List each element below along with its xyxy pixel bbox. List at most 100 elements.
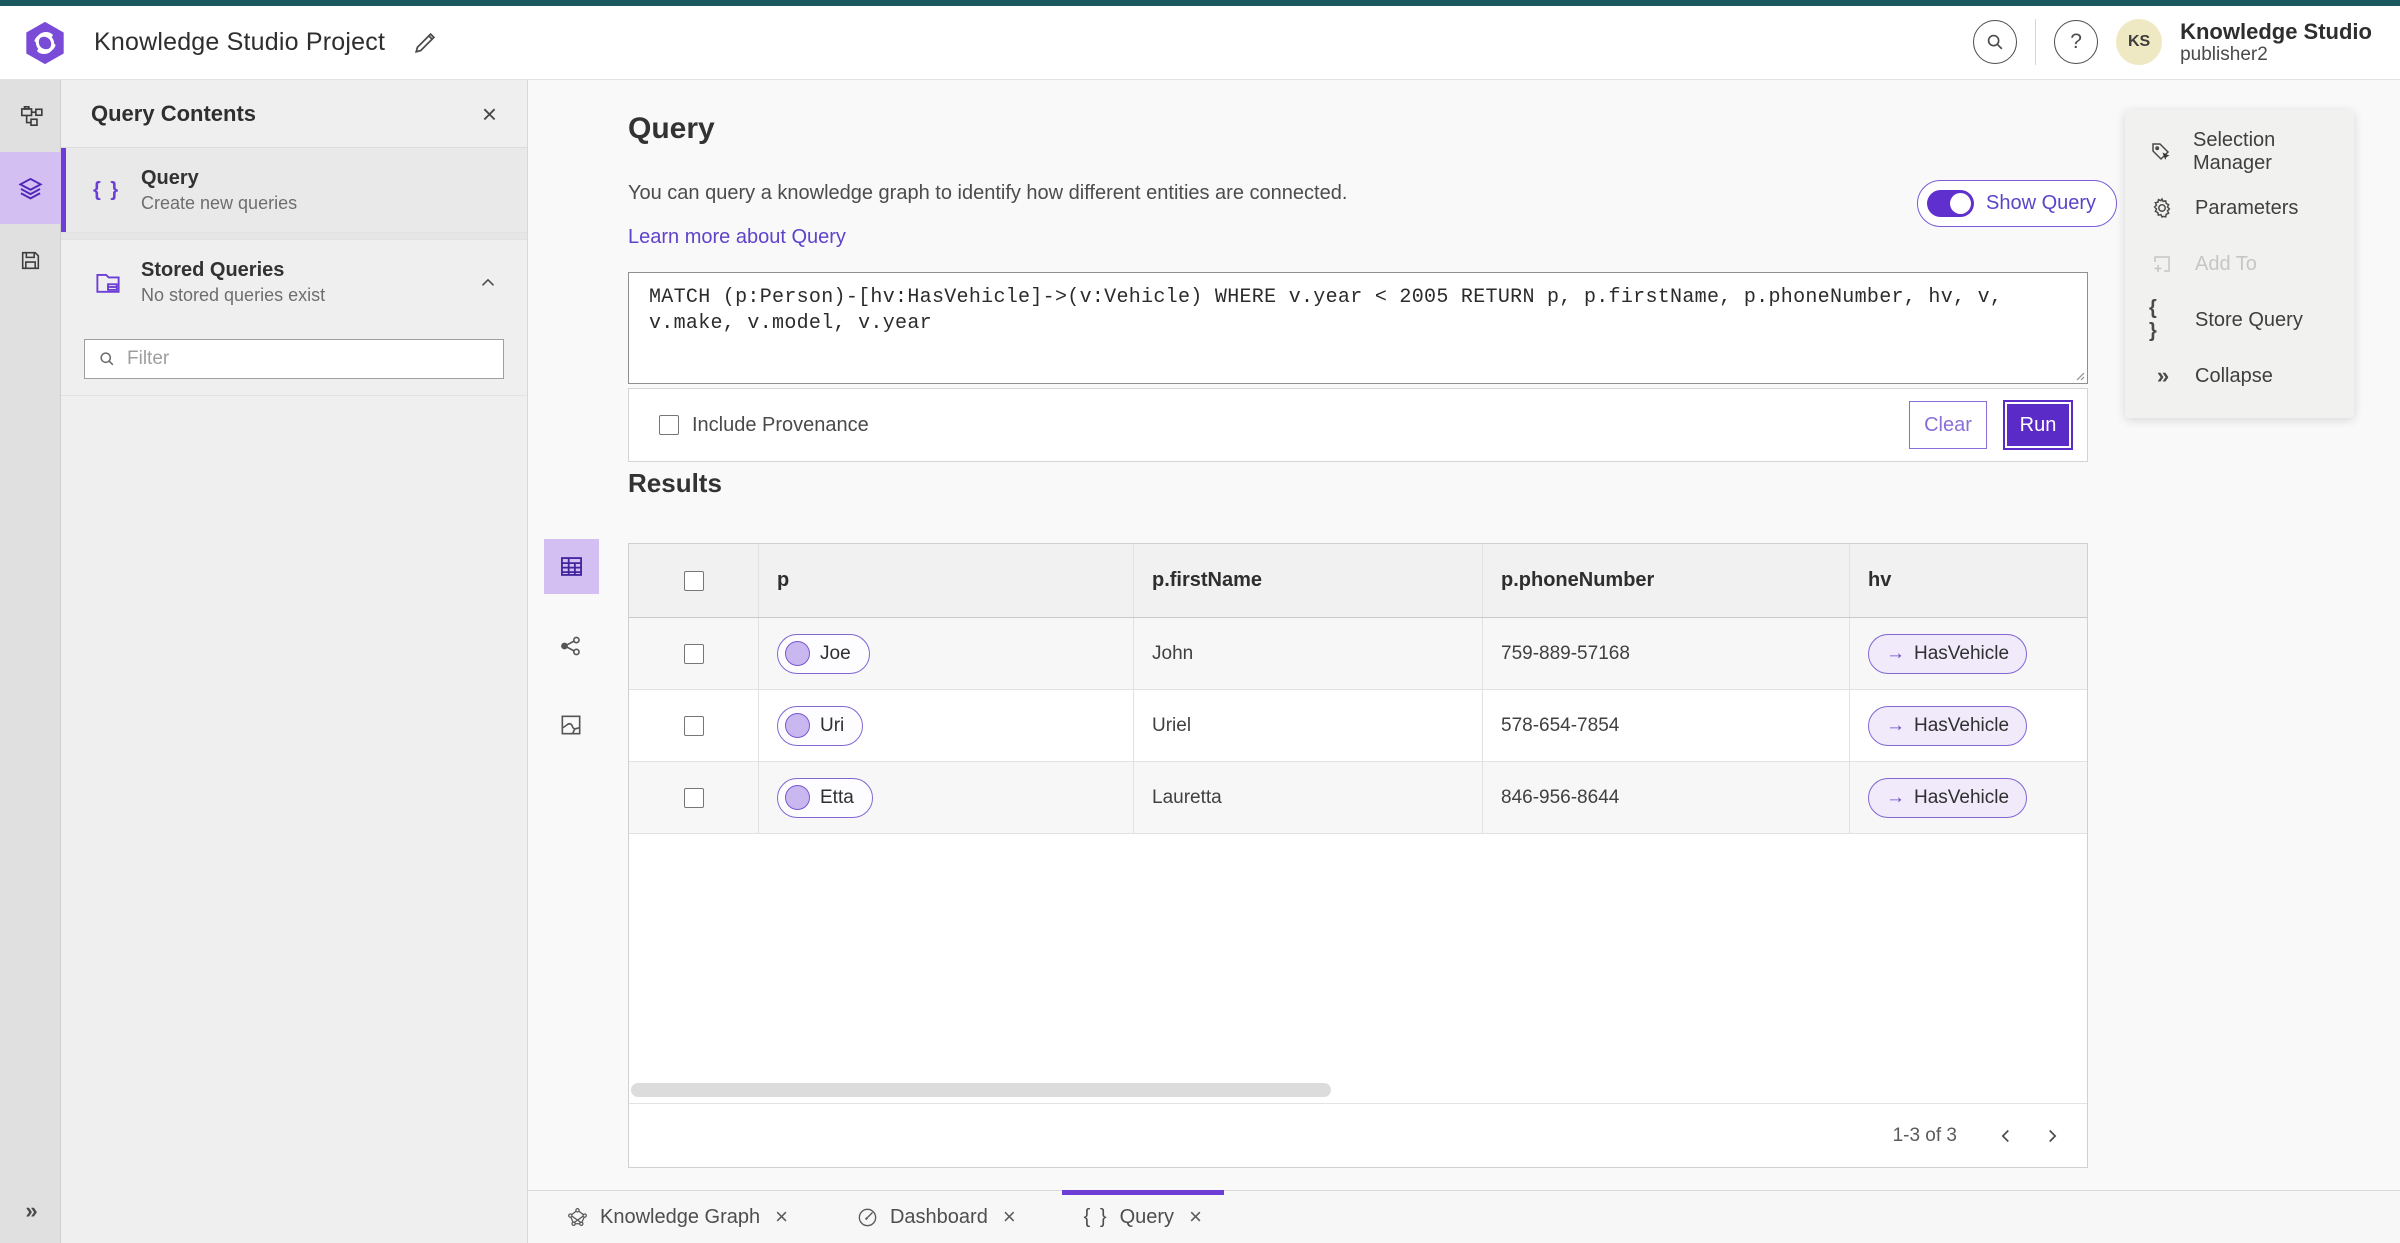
- horizontal-scrollbar: [629, 1081, 2087, 1103]
- column-header[interactable]: p.firstName: [1134, 544, 1483, 617]
- help-button[interactable]: ?: [2054, 20, 2099, 65]
- filter-field: [84, 339, 504, 379]
- row-checkbox[interactable]: [683, 643, 704, 664]
- tab-close-icon[interactable]: ×: [1003, 1204, 1016, 1230]
- include-provenance-checkbox[interactable]: [659, 415, 679, 435]
- header-divider: [2035, 19, 2037, 66]
- selection-manager-icon: [2149, 140, 2173, 164]
- results-table: p p.firstName p.phoneNumber hv Joe John …: [628, 543, 2088, 1168]
- filter-input[interactable]: [127, 348, 491, 370]
- clear-button[interactable]: Clear: [1909, 401, 1987, 449]
- search-button[interactable]: [1973, 20, 2018, 65]
- learn-more-link[interactable]: Learn more about Query: [628, 226, 846, 249]
- pagination-bar: 1-3 of 3: [629, 1103, 2087, 1167]
- pagination-next-button[interactable]: [2033, 1117, 2071, 1155]
- app-header: Knowledge Studio Project ? KS Knowledge …: [0, 6, 2400, 80]
- chevron-left-icon: [2001, 1129, 2009, 1142]
- relationship-pill[interactable]: → HasVehicle: [1868, 705, 2028, 746]
- scrollbar-thumb[interactable]: [631, 1083, 1331, 1097]
- tab-query[interactable]: { } Query ×: [1061, 1190, 1225, 1243]
- view-graph-button[interactable]: [544, 618, 599, 673]
- rail-item-save[interactable]: [0, 224, 61, 296]
- menu-item-collapse[interactable]: » Collapse: [2125, 348, 2354, 404]
- hierarchy-icon: [20, 105, 43, 127]
- column-header[interactable]: hv: [1850, 544, 2089, 617]
- node-pill[interactable]: Joe: [777, 633, 870, 674]
- menu-item-selection-manager[interactable]: Selection Manager: [2125, 124, 2354, 180]
- edit-title-icon[interactable]: [411, 29, 439, 57]
- braces-icon: { }: [2149, 297, 2159, 342]
- add-to-icon: [2149, 252, 2175, 276]
- menu-item-store-query[interactable]: { } Store Query: [2125, 292, 2354, 348]
- chevron-up-icon[interactable]: [477, 272, 499, 294]
- show-query-toggle[interactable]: Show Query: [1917, 180, 2118, 227]
- column-header[interactable]: p: [759, 544, 1134, 617]
- panel-item-stored-queries[interactable]: Stored Queries No stored queries exist: [61, 240, 527, 325]
- pagination-prev-button[interactable]: [1987, 1117, 2025, 1155]
- panel-title: Query Contents: [91, 100, 257, 126]
- column-header[interactable]: p.phoneNumber: [1483, 544, 1850, 617]
- user-role: publisher2: [2180, 44, 2268, 66]
- rail-item-layers[interactable]: [0, 152, 61, 224]
- user-info: Knowledge Studio publisher2: [2180, 19, 2372, 66]
- rail-item-data-model[interactable]: [0, 80, 61, 152]
- menu-item-parameters[interactable]: Parameters: [2125, 180, 2354, 236]
- tab-close-icon[interactable]: ×: [775, 1204, 788, 1230]
- menu-item-label: Collapse: [2195, 364, 2273, 387]
- relationship-pill[interactable]: → HasVehicle: [1868, 777, 2028, 818]
- knowledge-studio-app: Knowledge Studio Project ? KS Knowledge …: [0, 0, 2400, 1243]
- relationship-pill[interactable]: → HasVehicle: [1868, 633, 2028, 674]
- row-checkbox[interactable]: [683, 715, 704, 736]
- cell-phone-number: 578-654-7854: [1501, 714, 1620, 736]
- row-checkbox[interactable]: [683, 787, 704, 808]
- run-button[interactable]: Run: [2003, 400, 2073, 450]
- avatar[interactable]: KS: [2116, 19, 2163, 66]
- toggle-switch-on[interactable]: [1927, 190, 1974, 217]
- node-pill[interactable]: Uri: [777, 705, 864, 746]
- layers-icon: [18, 177, 43, 199]
- panel-header: Query Contents ×: [61, 80, 527, 148]
- results-title: Results: [628, 468, 722, 498]
- query-tools-menu: Selection Manager Parameters Add To {} …: [2125, 110, 2354, 418]
- avatar-initials: KS: [2127, 33, 2151, 51]
- show-query-label: Show Query: [1986, 192, 2097, 214]
- node-dot-icon: [785, 641, 810, 666]
- tab-close-icon[interactable]: ×: [1189, 1204, 1202, 1230]
- node-pill[interactable]: Etta: [777, 777, 873, 818]
- panel-item-sublabel: No stored queries exist: [141, 285, 326, 305]
- table-empty-area: [629, 834, 2087, 1081]
- tab-knowledge-graph[interactable]: Knowledge Graph ×: [544, 1191, 810, 1243]
- panel-section-gap: [61, 233, 527, 240]
- select-all-checkbox[interactable]: [683, 570, 704, 591]
- query-contents-panel: Query Contents × { } Query Create new qu…: [61, 80, 528, 1243]
- panel-close-icon[interactable]: ×: [482, 101, 497, 127]
- results-view-switcher: [543, 539, 599, 776]
- menu-item-label: Add To: [2195, 252, 2257, 275]
- view-table-button[interactable]: [543, 539, 599, 594]
- tab-dashboard[interactable]: Dashboard ×: [834, 1191, 1038, 1243]
- include-provenance-label: Include Provenance: [692, 413, 869, 436]
- cell-phone-number: 846-956-8644: [1501, 786, 1620, 808]
- resize-grip-icon[interactable]: [2073, 369, 2085, 381]
- cell-first-name: Lauretta: [1152, 786, 1222, 808]
- query-editor[interactable]: MATCH (p:Person)-[hv:HasVehicle]->(v:Veh…: [628, 272, 2088, 384]
- menu-item-add-to: Add To: [2125, 236, 2354, 292]
- table-row[interactable]: Uri Uriel 578-654-7854 → HasVehicle: [629, 690, 2087, 762]
- page-description: You can query a knowledge graph to ident…: [628, 182, 1348, 204]
- menu-item-label: Parameters: [2195, 196, 2299, 219]
- table-row[interactable]: Etta Lauretta 846-956-8644 → HasVehicle: [629, 762, 2087, 834]
- view-map-button[interactable]: [544, 697, 599, 752]
- tab-label: Query: [1119, 1205, 1175, 1228]
- gauge-icon: [858, 1208, 877, 1226]
- node-dot-icon: [785, 713, 810, 738]
- table-icon: [560, 557, 582, 576]
- cell-first-name: John: [1152, 642, 1194, 664]
- help-icon: ?: [2070, 30, 2082, 54]
- arrow-right-icon: →: [1886, 714, 1905, 736]
- search-icon: [100, 352, 114, 366]
- table-row[interactable]: Joe John 759-889-57168 → HasVehicle: [629, 618, 2087, 690]
- rail-expand-button[interactable]: »: [0, 1187, 61, 1235]
- stored-queries-folder-icon: [93, 268, 141, 298]
- panel-item-query[interactable]: { } Query Create new queries: [61, 148, 527, 233]
- query-action-bar: Include Provenance Clear Run: [628, 388, 2088, 462]
